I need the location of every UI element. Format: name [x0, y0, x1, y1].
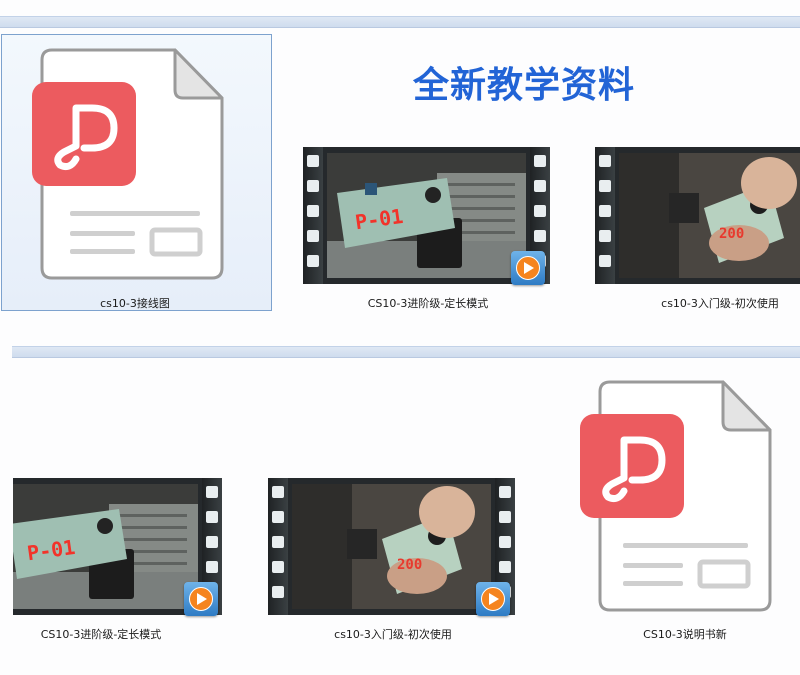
promo-banner-title: 全新教学资料 — [413, 65, 636, 106]
file-item-advanced-fixed-length-video-2[interactable]: P-01 — [13, 478, 222, 624]
led-display-readout: 200 — [397, 557, 422, 573]
file-item-beginner-first-use-video-2[interactable]: 200 — [268, 478, 515, 624]
file-item-beginner-first-use-video[interactable]: 200 — [595, 147, 800, 293]
file-label: CS10-3进阶级-定长模式 — [367, 297, 489, 310]
video-file-icon: 200 — [595, 147, 800, 284]
file-item-manual-new[interactable] — [578, 378, 778, 618]
pdf-file-icon — [580, 380, 772, 612]
file-label: CS10-3说明书新 — [643, 628, 727, 641]
file-label: cs10-3接线图 — [100, 297, 170, 310]
pdf-file-icon — [32, 48, 224, 280]
row-separator-top — [0, 16, 800, 28]
play-badge-icon — [184, 582, 218, 616]
file-item-wiring-diagram[interactable] — [30, 46, 230, 286]
file-label: CS10-3进阶级-定长模式 — [40, 628, 162, 641]
row-separator-middle — [12, 346, 800, 358]
led-display-readout: 200 — [719, 226, 744, 242]
play-badge-icon — [511, 251, 545, 285]
play-badge-icon — [476, 582, 510, 616]
file-item-advanced-fixed-length-video[interactable]: P-01 — [303, 147, 550, 293]
file-label: cs10-3入门级-初次使用 — [661, 297, 779, 310]
file-label: cs10-3入门级-初次使用 — [334, 628, 452, 641]
